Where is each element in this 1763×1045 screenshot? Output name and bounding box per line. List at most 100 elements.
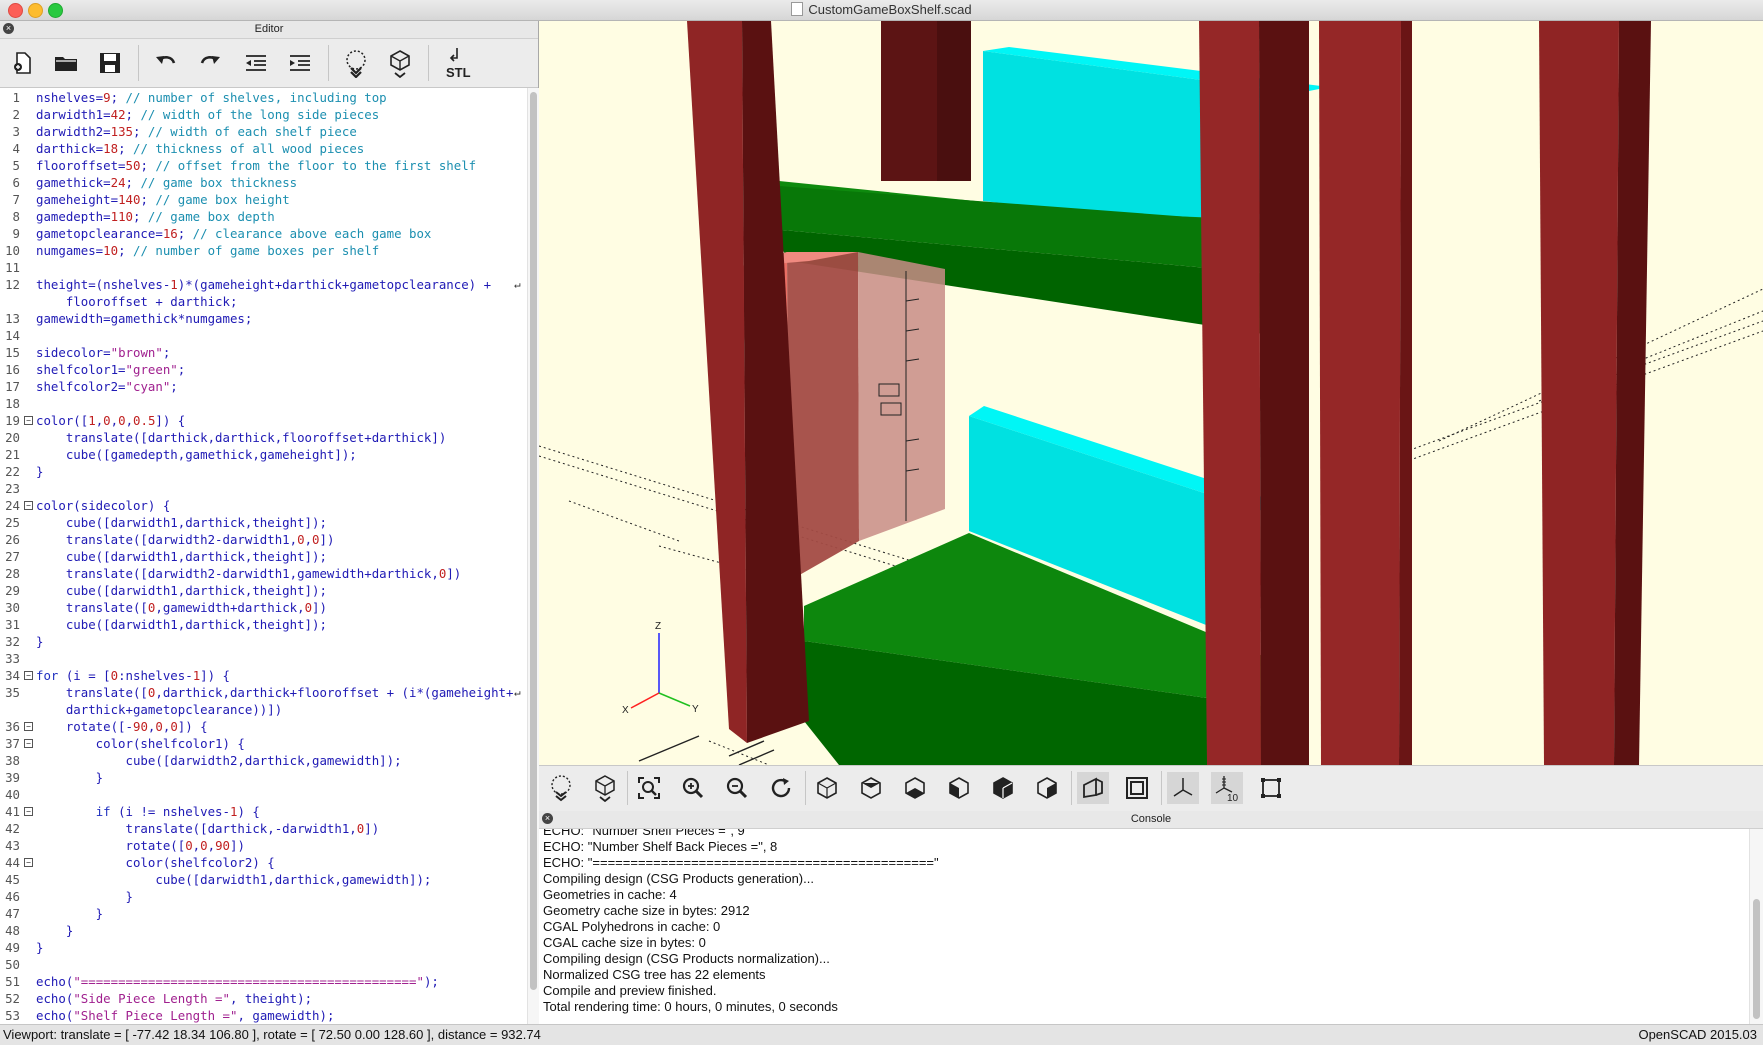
code-line[interactable]: 52 echo("Side Piece Length =", theight); — [0, 990, 520, 1007]
code-line[interactable]: 7 gameheight=140; // game box height — [0, 191, 520, 208]
new-file-icon[interactable] — [6, 47, 38, 79]
code-line[interactable]: 10 numgames=10; // number of game boxes p… — [0, 242, 520, 259]
perspective-icon[interactable] — [1077, 772, 1109, 804]
render-icon[interactable] — [384, 47, 416, 79]
code-line[interactable]: 37− color(shelfcolor1) { — [0, 735, 520, 752]
code-line[interactable]: 47 } — [0, 905, 520, 922]
code-line[interactable]: 17 shelfcolor2="cyan"; — [0, 378, 520, 395]
code-line[interactable]: 8 gamedepth=110; // game box depth — [0, 208, 520, 225]
preview-icon[interactable] — [340, 47, 372, 79]
viewport-toolbar: 10 — [539, 765, 1763, 812]
view-right-icon[interactable] — [811, 772, 843, 804]
code-line[interactable]: 19− color([1,0,0,0.5]) { — [0, 412, 520, 429]
code-text: shelfcolor1="green"; — [36, 362, 186, 377]
code-line[interactable]: 51 echo("================================… — [0, 973, 520, 990]
code-line[interactable]: flooroffset + darthick; — [0, 293, 520, 310]
code-line[interactable]: 43 rotate([0,0,90]) — [0, 837, 520, 854]
console-scrollbar[interactable] — [1749, 829, 1763, 1024]
console-output[interactable]: ECHO: "Number Shelf Pieces =", 9 ECHO: "N… — [543, 829, 1743, 1024]
fold-toggle-icon[interactable]: − — [24, 739, 33, 748]
code-line[interactable]: 53 echo("Shelf Piece Length =", gamewidth… — [0, 1007, 520, 1024]
indent-icon[interactable] — [284, 47, 316, 79]
code-line[interactable]: 44− color(shelfcolor2) { — [0, 854, 520, 871]
open-folder-icon[interactable] — [50, 47, 82, 79]
fold-toggle-icon[interactable]: − — [24, 722, 33, 731]
console-line: CGAL Polyhedrons in cache: 0 — [543, 919, 721, 934]
code-line[interactable]: 31 cube([darwidth1,darthick,theight]); — [0, 616, 520, 633]
code-line[interactable]: 45 cube([darwidth1,darthick,gamewidth]); — [0, 871, 520, 888]
code-scrollbar[interactable] — [527, 88, 539, 1024]
view-left-icon[interactable] — [943, 772, 975, 804]
render-icon[interactable] — [589, 772, 621, 804]
code-line[interactable]: 18 — [0, 395, 520, 412]
redo-icon[interactable] — [194, 47, 226, 79]
code-line[interactable]: 33 — [0, 650, 520, 667]
3d-viewport[interactable]: Z X Y — [539, 21, 1763, 765]
code-line[interactable]: 42 translate([darthick,-darwidth1,0]) — [0, 820, 520, 837]
code-line[interactable]: 38 cube([darwidth2,darthick,gamewidth]); — [0, 752, 520, 769]
code-line[interactable]: 39 } — [0, 769, 520, 786]
code-line[interactable]: 16 shelfcolor1="green"; — [0, 361, 520, 378]
show-axes-icon[interactable] — [1167, 772, 1199, 804]
code-line[interactable]: 28 translate([darwidth2-darwidth1,gamewi… — [0, 565, 520, 582]
code-line[interactable]: darthick+gametopclearance))]) — [0, 701, 520, 718]
code-line[interactable]: 40 — [0, 786, 520, 803]
code-line[interactable]: 27 cube([darwidth1,darthick,theight]); — [0, 548, 520, 565]
code-line[interactable]: 35 translate([0,darthick,darthick+flooro… — [0, 684, 521, 701]
zoom-out-icon[interactable] — [721, 772, 753, 804]
code-line[interactable]: 49} — [0, 939, 520, 956]
code-line[interactable]: 41− if (i != nshelves-1) { — [0, 803, 520, 820]
export-stl-icon[interactable]: STL — [440, 47, 484, 80]
code-line[interactable]: 5 flooroffset=50; // offset from the floo… — [0, 157, 520, 174]
line-number: 4 — [12, 141, 20, 156]
zoom-in-icon[interactable] — [677, 772, 709, 804]
code-line[interactable]: 34− for (i = [0:nshelves-1]) { — [0, 667, 520, 684]
preview-icon[interactable] — [545, 772, 577, 804]
code-line[interactable]: 48 } — [0, 922, 520, 939]
code-line[interactable]: 21 cube([gamedepth,gamethick,gameheight]… — [0, 446, 520, 463]
code-line[interactable]: 9 gametopclearance=16; // clearance above… — [0, 225, 520, 242]
code-editor[interactable]: 1 nshelves=9; // number of shelves, inclu… — [0, 88, 526, 1024]
view-top-icon[interactable] — [855, 772, 887, 804]
code-line[interactable]: 13 gamewidth=gamethick*numgames; — [0, 310, 520, 327]
code-line[interactable]: 22} — [0, 463, 520, 480]
code-line[interactable]: 11 — [0, 259, 520, 276]
code-line[interactable]: 36− rotate([-90,0,0]) { — [0, 718, 520, 735]
fold-toggle-icon[interactable]: − — [24, 416, 33, 425]
view-back-icon[interactable] — [1031, 772, 1063, 804]
show-scale-markers-icon[interactable]: 10 — [1211, 772, 1243, 804]
code-line[interactable]: 32} — [0, 633, 520, 650]
code-line[interactable]: 25 cube([darwidth1,darthick,theight]); — [0, 514, 520, 531]
fold-toggle-icon[interactable]: − — [24, 501, 33, 510]
fold-toggle-icon[interactable]: − — [24, 807, 33, 816]
code-line[interactable]: 6 gamethick=24; // game box thickness — [0, 174, 520, 191]
reset-view-icon[interactable] — [765, 772, 797, 804]
code-line[interactable]: 50 — [0, 956, 520, 973]
code-line[interactable]: 14 — [0, 327, 520, 344]
show-edges-icon[interactable] — [1255, 772, 1287, 804]
code-line[interactable]: 15 sidecolor="brown"; — [0, 344, 520, 361]
code-line[interactable]: 20 translate([darthick,darthick,flooroff… — [0, 429, 520, 446]
code-line[interactable]: 26 translate([darwidth2-darwidth1,0,0]) — [0, 531, 520, 548]
code-line[interactable]: 46 } — [0, 888, 520, 905]
code-line[interactable]: 24− color(sidecolor) { — [0, 497, 520, 514]
fold-toggle-icon[interactable]: − — [24, 671, 33, 680]
code-line[interactable]: 23 — [0, 480, 520, 497]
code-line[interactable]: 2 darwidth1=42; // width of the long side… — [0, 106, 520, 123]
fold-toggle-icon[interactable]: − — [24, 858, 33, 867]
code-line[interactable]: 1 nshelves=9; // number of shelves, inclu… — [0, 89, 520, 106]
code-line[interactable]: 4 darthick=18; // thickness of all wood p… — [0, 140, 520, 157]
view-all-icon[interactable] — [633, 772, 665, 804]
console-scrollbar-thumb[interactable] — [1753, 899, 1760, 1019]
code-scrollbar-thumb[interactable] — [530, 92, 537, 990]
code-line[interactable]: 12 theight=(nshelves-1)*(gameheight+darth… — [0, 276, 521, 293]
undo-icon[interactable] — [150, 47, 182, 79]
code-line[interactable]: 3 darwidth2=135; // width of each shelf p… — [0, 123, 520, 140]
save-icon[interactable] — [94, 47, 126, 79]
unindent-icon[interactable] — [240, 47, 272, 79]
orthogonal-icon[interactable] — [1121, 772, 1153, 804]
view-front-icon[interactable] — [987, 772, 1019, 804]
view-bottom-icon[interactable] — [899, 772, 931, 804]
code-line[interactable]: 29 cube([darwidth1,darthick,theight]); — [0, 582, 520, 599]
code-line[interactable]: 30 translate([0,gamewidth+darthick,0]) — [0, 599, 520, 616]
